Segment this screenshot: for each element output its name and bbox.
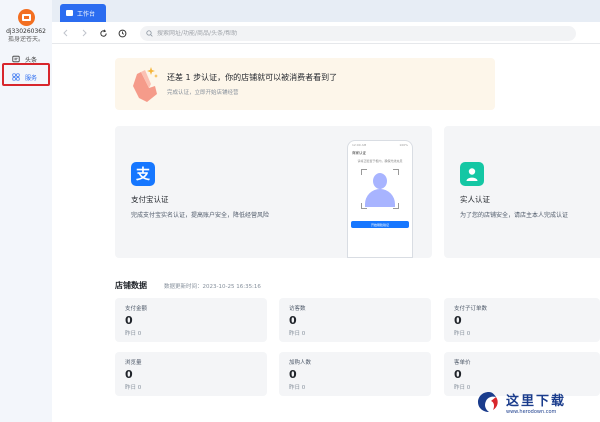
person-glyph [466, 168, 478, 181]
stat-label: 客单价 [454, 360, 471, 366]
toolbar [52, 22, 600, 44]
tab-bar: 工作台 [52, 0, 600, 22]
headlines-icon [12, 55, 20, 63]
face-scan-frame [361, 169, 399, 209]
phone-battery: 100% [399, 143, 408, 147]
sidebar-item-service[interactable]: 服务 [6, 70, 48, 84]
refresh-icon [99, 29, 107, 37]
real-auth-title: 实人认证 [460, 195, 490, 204]
alipay-icon: 支 [131, 162, 155, 186]
chevron-right-icon [82, 29, 87, 37]
alipay-auth-desc: 完成支付宝实名认证，提高账户安全，降低经营风险 [131, 212, 270, 219]
stat-label: 访客数 [289, 306, 306, 312]
search-icon [146, 30, 153, 37]
stat-label: 支付金额 [125, 306, 148, 312]
back-button[interactable] [60, 27, 72, 39]
avatar[interactable] [18, 9, 35, 26]
stat-label: 支付子订单数 [454, 306, 488, 312]
tab-workbench[interactable]: 工作台 [60, 4, 106, 22]
forward-button[interactable] [78, 27, 90, 39]
stat-card[interactable]: 加购人数 0 昨日 0 [279, 352, 431, 396]
face-silhouette-body [365, 189, 395, 207]
watermark-url: www.herodown.com [506, 408, 557, 415]
phone-tip: 请将正脸置于框内，确保光线充足 [357, 159, 403, 163]
sidebar-item-label: 服务 [25, 74, 38, 82]
person-icon [460, 162, 484, 186]
real-person-auth-card[interactable]: 实人认证 为了您的店铺安全，请店主本人完成认证 [444, 126, 600, 258]
chevron-left-icon [63, 29, 68, 37]
history-button[interactable] [116, 27, 128, 39]
stat-yesterday: 昨日 0 [289, 385, 306, 391]
stat-yesterday: 昨日 0 [289, 331, 306, 337]
stat-value: 0 [454, 314, 462, 327]
user-name: dj330260362 [6, 28, 46, 35]
stat-value: 0 [289, 314, 297, 327]
stat-card[interactable]: 浏览量 0 昨日 0 [115, 352, 267, 396]
store-data-title: 店铺数据 [115, 281, 147, 290]
stat-yesterday: 昨日 0 [125, 331, 142, 337]
home-icon [66, 10, 73, 16]
stat-value: 0 [454, 368, 462, 381]
user-motto: 孤身逆苍天。 [7, 36, 44, 43]
watermark-name: 这里下载 [506, 393, 567, 409]
tab-label: 工作台 [77, 10, 96, 18]
certification-banner: 还差 1 步认证，你的店铺就可以被消费者看到了 完成认证，立即开始店铺经营 [115, 58, 495, 110]
main-content: 还差 1 步认证，你的店铺就可以被消费者看到了 完成认证，立即开始店铺经营 支 … [52, 44, 600, 422]
grid-icon [12, 73, 20, 81]
stat-yesterday: 昨日 0 [454, 331, 471, 337]
search-input[interactable] [157, 30, 557, 37]
phone-mockup: 12:00 AM 100% 商家认证 请将正脸置于框内，确保光线充足 开始刷脸验… [347, 140, 413, 258]
banner-title: 还差 1 步认证，你的店铺就可以被消费者看到了 [167, 73, 338, 82]
watermark: 这里下载 www.herodown.com [476, 382, 600, 422]
watermark-logo-icon [478, 392, 498, 412]
phone-time: 12:00 AM [352, 143, 367, 147]
phone-start-button: 开始刷脸验证 [351, 221, 409, 228]
phone-header: 商家认证 [352, 150, 366, 155]
face-silhouette-head [373, 173, 387, 189]
stat-label: 加购人数 [289, 360, 312, 366]
store-data-updated: 数据更新时间：2023-10-25 16:35:16 [164, 284, 261, 290]
phone-status-bar: 12:00 AM 100% [348, 141, 412, 149]
alipay-auth-card[interactable]: 支 支付宝认证 完成支付宝实名认证，提高账户安全，降低经营风险 12:00 AM… [115, 126, 432, 258]
stat-card[interactable]: 访客数 0 昨日 0 [279, 298, 431, 342]
stat-value: 0 [289, 368, 297, 381]
real-auth-desc: 为了您的店铺安全，请店主本人完成认证 [460, 212, 569, 219]
stat-card[interactable]: 支付金额 0 昨日 0 [115, 298, 267, 342]
refresh-button[interactable] [97, 27, 109, 39]
alipay-auth-title: 支付宝认证 [131, 195, 169, 204]
clock-icon [118, 29, 126, 37]
sidebar: dj330260362 孤身逆苍天。 头条 服务 [0, 0, 52, 422]
hand-pointer-icon [133, 67, 158, 102]
stat-card[interactable]: 支付子订单数 0 昨日 0 [444, 298, 600, 342]
stat-value: 0 [125, 368, 133, 381]
stat-yesterday: 昨日 0 [125, 385, 142, 391]
search-box[interactable] [140, 26, 576, 41]
banner-subtitle: 完成认证，立即开始店铺经营 [167, 90, 239, 96]
store-icon [22, 14, 31, 21]
stat-label: 浏览量 [125, 360, 142, 366]
stat-value: 0 [125, 314, 133, 327]
